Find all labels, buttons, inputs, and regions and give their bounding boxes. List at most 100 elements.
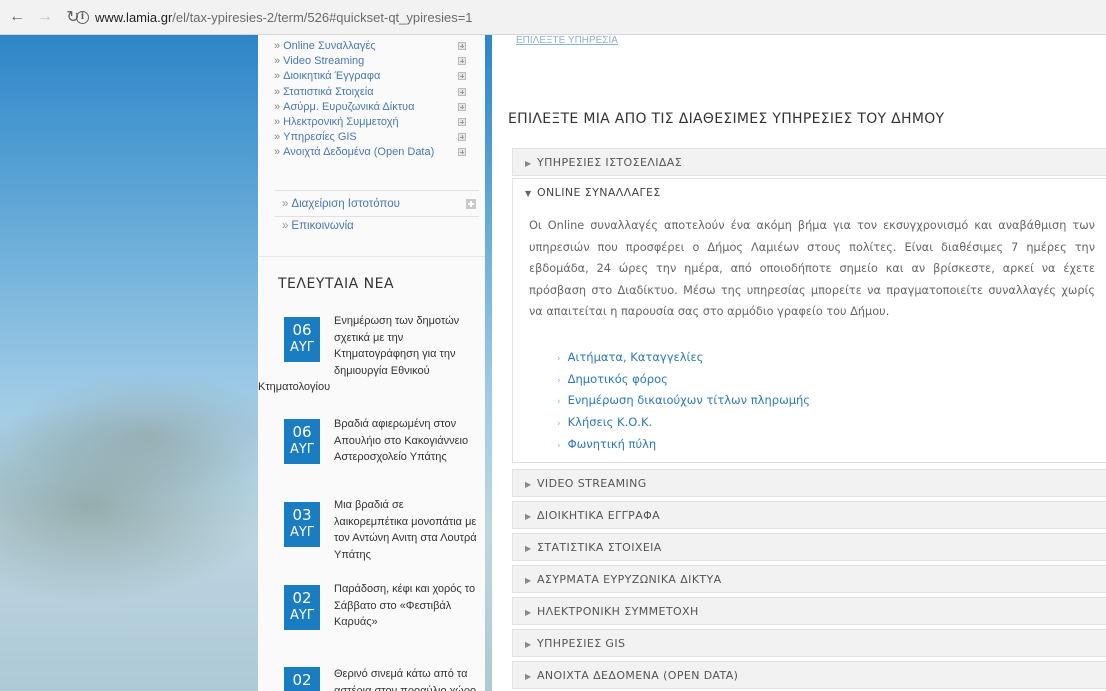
accordion-label: ΥΠΗΡΕΣΙΕΣ ΙΣΤΟΣΕΛΙΔΑΣ: [537, 156, 683, 169]
news-link[interactable]: Παράδοση, κέφι και χορός το Σάββατο στο …: [258, 581, 480, 631]
menu-item-label: Διαχείριση Ιστοτόπου: [291, 198, 400, 210]
accordion-e-participation[interactable]: ▶ ΗΛΕΚΤΡΟΝΙΚΗ ΣΥΜΜΕΤΟΧΗ: [512, 597, 1106, 625]
divider: [274, 190, 479, 191]
info-icon[interactable]: i: [76, 10, 89, 24]
accordion-admin-documents[interactable]: ▶ ΔΙΟΙΚΗΤΙΚΑ ΕΓΓΡΑΦΑ: [512, 501, 1106, 529]
address-bar[interactable]: i www.lamia.gr/el/tax-ypiresies-2/term/5…: [76, 6, 473, 28]
accordion-video-streaming[interactable]: ▶ VIDEO STREAMING: [512, 469, 1106, 497]
submenu-item-label: Ασύρμ. Ευρυζωνικά Δίκτυα: [283, 100, 415, 113]
bullet-icon: »: [274, 85, 281, 98]
link-label: Ενημέρωση δικαιούχων τίτλων πληρωμής: [567, 393, 811, 408]
submenu-item-participation[interactable]: » Ηλεκτρονική Συμμετοχή: [258, 115, 485, 130]
submenu-item-label: Υπηρεσίες GIS: [283, 131, 357, 144]
expand-icon[interactable]: [466, 199, 476, 209]
news-link[interactable]: Μια βραδιά σε λαικορεμπέτικα μονοπάτια μ…: [258, 497, 480, 563]
bullet-icon: »: [274, 131, 281, 144]
sidebar: » Online Συναλλαγές » Video Streaming » Διο…: [258, 35, 485, 691]
service-link-voice-portal[interactable]: › Φωνητική πύλη: [557, 434, 810, 456]
accordion-label: ΑΝΟΙΧΤΑ ΔΕΔΟΜΕΝΑ (OPEN DATA): [537, 669, 739, 682]
url-host: www.lamia.gr: [95, 9, 173, 25]
submenu-item-label: Online Συναλλαγές: [283, 40, 376, 52]
expand-icon[interactable]: [458, 148, 466, 157]
forward-arrow-icon[interactable]: →: [34, 6, 56, 28]
caret-right-icon: ▶: [525, 608, 532, 617]
accordion-statistics[interactable]: ▶ ΣΤΑΤΙΣΤΙΚΑ ΣΤΟΙΧΕΙΑ: [512, 533, 1106, 561]
submenu-item-label: Video Streaming: [283, 55, 365, 68]
expand-icon[interactable]: [458, 117, 466, 126]
accordion-label: VIDEO STREAMING: [537, 477, 647, 490]
accordion-label: ΔΙΟΙΚΗΤΙΚΑ ΕΓΓΡΑΦΑ: [537, 509, 661, 522]
news-link[interactable]: Θερινό σινεμά κάτω από τα αστέρια στον π…: [258, 666, 480, 691]
bullet-icon: »: [274, 100, 281, 113]
caret-down-icon: ▼: [525, 189, 532, 198]
caret-right-icon: ▶: [525, 159, 532, 168]
service-link-requests[interactable]: › Αιτήματα, Καταγγελίες: [557, 347, 810, 369]
expand-icon[interactable]: [458, 133, 466, 142]
caret-right-icon: ▶: [525, 576, 532, 585]
caret-right-icon: ▶: [525, 544, 532, 553]
section-title: ΕΠΙΛΕΞΤΕ ΜΙΑ ΑΠΟ ΤΙΣ ΔΙΑΘΕΣΙΜΕΣ ΥΠΗΡΕΣΙΕ…: [508, 111, 945, 127]
accordion-open-data[interactable]: ▶ ΑΝΟΙΧΤΑ ΔΕΔΟΜΕΝΑ (OPEN DATA): [512, 661, 1106, 689]
accordion-online-transactions: ▼ ONLINE ΣΥΝΑΛΛΑΓΕΣ Οι Online συναλλαγές …: [512, 178, 1106, 463]
accordion-label: ΗΛΕΚΤΡΟΝΙΚΗ ΣΥΜΜΕΤΟΧΗ: [537, 605, 699, 618]
bullet-icon: »: [274, 115, 281, 128]
bullet-icon: »: [282, 220, 289, 232]
link-label: Δημοτικός φόρος: [567, 371, 668, 386]
service-link-traffic-fines[interactable]: › Κλήσεις Κ.Ο.Κ.: [557, 412, 810, 434]
submenu-item-gis[interactable]: » Υπηρεσίες GIS: [258, 130, 485, 145]
submenu-item-documents[interactable]: » Διοικητικά Έγγραφα: [258, 69, 485, 84]
accordion-label: ONLINE ΣΥΝΑΛΛΑΓΕΣ: [537, 186, 661, 199]
link-label: Φωνητική πύλη: [567, 436, 657, 451]
news-link[interactable]: Βραδιά αφιερωμένη στον Απουλήιο στο Κακο…: [258, 416, 480, 466]
caret-right-icon: ▶: [525, 512, 532, 521]
bullet-icon: »: [274, 70, 281, 83]
news-text: Θερινό σινεμά κάτω από τα αστέρια στον π…: [334, 668, 477, 691]
news-text: Παράδοση, κέφι και χορός το Σάββατο στο …: [334, 583, 476, 628]
back-arrow-icon[interactable]: ←: [6, 6, 28, 28]
browser-toolbar: ← → ↻ i www.lamia.gr/el/tax-ypiresies-2/…: [0, 0, 1106, 35]
news-text: Βραδιά αφιερωμένη στον Απουλήιο στο Κακο…: [334, 418, 469, 463]
accordion-label: ΣΤΑΤΙΣΤΙΚΑ ΣΤΟΙΧΕΙΑ: [537, 541, 662, 554]
expand-icon[interactable]: [458, 102, 466, 111]
menu-item-label: Επικοινωνία: [291, 220, 354, 232]
chevron-right-icon: ›: [557, 397, 561, 408]
expand-icon[interactable]: [458, 87, 466, 96]
bullet-icon: »: [282, 198, 289, 210]
service-link-payment-info[interactable]: › Ενημέρωση δικαιούχων τίτλων πληρωμής: [557, 390, 810, 412]
submenu-item-video[interactable]: » Video Streaming: [258, 54, 485, 69]
news-heading: ΤΕΛΕΥΤΑΙΑ ΝΕΑ: [278, 276, 395, 292]
main-content: ΕΠΙΛΕΞΤΕ ΥΠΗΡΕΣΙΑ ΕΠΙΛΕΞΤΕ ΜΙΑ ΑΠΟ ΤΙΣ Δ…: [492, 35, 1106, 691]
expand-icon[interactable]: [458, 57, 466, 66]
accordion-header[interactable]: ▼ ONLINE ΣΥΝΑΛΛΑΓΕΣ: [525, 186, 661, 199]
submenu-item-label: Στατιστικά Στοιχεία: [283, 85, 374, 98]
link-label: Αιτήματα, Καταγγελίες: [567, 350, 704, 364]
bullet-icon: »: [274, 146, 281, 159]
caret-right-icon: ▶: [525, 672, 532, 681]
service-links: › Αιτήματα, Καταγγελίες › Δημοτικός φόρος …: [557, 347, 810, 455]
expand-icon[interactable]: [458, 42, 466, 50]
top-link[interactable]: ΕΠΙΛΕΞΤΕ ΥΠΗΡΕΣΙΑ: [516, 35, 618, 46]
service-link-municipal-tax[interactable]: › Δημοτικός φόρος: [557, 369, 810, 391]
submenu-item-online[interactable]: » Online Συναλλαγές: [258, 39, 485, 54]
news-link[interactable]: Ενημέρωση των δημοτών σχετικά με την Κτη…: [258, 313, 480, 396]
menu-item-contact[interactable]: » Επικοινωνία: [258, 216, 485, 237]
accordion-label: ΑΣΥΡΜΑΤΑ ΕΥΡΥΖΩΝΙΚΑ ΔΙΚΤΥΑ: [537, 573, 722, 586]
services-submenu: » Online Συναλλαγές » Video Streaming » Διο…: [258, 35, 485, 161]
submenu-item-statistics[interactable]: » Στατιστικά Στοιχεία: [258, 85, 485, 100]
accordion-label: ΥΠΗΡΕΣΙΕΣ GIS: [537, 637, 626, 650]
link-label: Κλήσεις Κ.Ο.Κ.: [567, 415, 653, 430]
expand-icon[interactable]: [458, 72, 466, 81]
bullet-icon: »: [274, 55, 281, 68]
submenu-item-wireless[interactable]: » Ασύρμ. Ευρυζωνικά Δίκτυα: [258, 100, 485, 115]
accordion-wireless-networks[interactable]: ▶ ΑΣΥΡΜΑΤΑ ΕΥΡΥΖΩΝΙΚΑ ΔΙΚΤΥΑ: [512, 565, 1106, 593]
bullet-icon: »: [274, 40, 281, 52]
url-path: /el/tax-ypiresies-2/term/526#quickset-qt…: [172, 9, 473, 25]
menu-item-site-admin[interactable]: » Διαχείριση Ιστοτόπου: [258, 194, 485, 215]
caret-right-icon: ▶: [525, 640, 532, 649]
accordion-website-services[interactable]: ▶ ΥΠΗΡΕΣΙΕΣ ΙΣΤΟΣΕΛΙΔΑΣ: [512, 148, 1106, 176]
news-text: Μια βραδιά σε λαικορεμπέτικα μονοπάτια μ…: [334, 499, 477, 561]
accordion-gis[interactable]: ▶ ΥΠΗΡΕΣΙΕΣ GIS: [512, 629, 1106, 657]
submenu-item-open-data[interactable]: » Ανοιχτά Δεδομένα (Open Data): [258, 145, 485, 160]
accordion-description: Οι Online συναλλαγές αποτελούν ένα ακόμη…: [529, 219, 1095, 318]
submenu-item-label: Διοικητικά Έγγραφα: [283, 70, 381, 83]
